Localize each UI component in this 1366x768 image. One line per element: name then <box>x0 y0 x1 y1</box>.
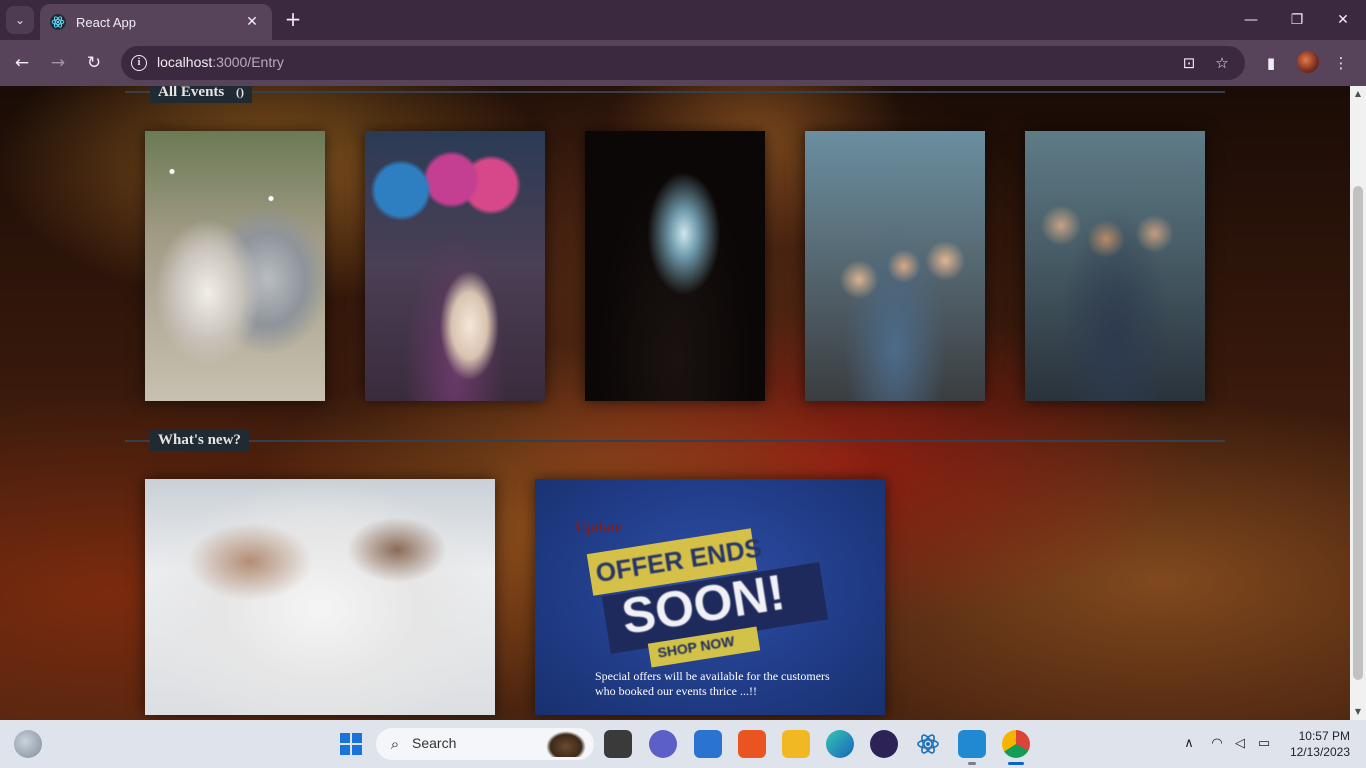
menu-icon[interactable]: ⋮ <box>1329 51 1353 75</box>
browser-toolbar: ← → ↻ i localhost:3000/Entry ⊡ ☆ ▮ ⋮ <box>0 40 1366 86</box>
browser-titlebar: ⌄ React App ✕ + — ❐ ✕ <box>0 0 1366 40</box>
scroll-down-arrow[interactable]: ▼ <box>1350 704 1366 720</box>
clock-date: 12/13/2023 <box>1289 745 1350 759</box>
url-host: localhost <box>157 54 213 70</box>
install-app-icon[interactable]: ⊡ <box>1178 52 1200 74</box>
update-description: Special offers will be available for the… <box>595 669 830 698</box>
minimize-button[interactable]: — <box>1228 8 1274 32</box>
page-scrollbar[interactable]: ▲ ▼ <box>1350 86 1366 720</box>
whats-new-title: What's new? <box>150 430 249 451</box>
all-events-heading: All Events () <box>150 86 253 103</box>
address-bar[interactable]: i localhost:3000/Entry ⊡ ☆ <box>121 46 1245 80</box>
all-events-divider <box>125 91 1225 93</box>
battery-icon[interactable]: ▭ <box>1254 734 1274 754</box>
vscode-running-indicator <box>968 762 976 765</box>
ubuntu-icon[interactable] <box>738 730 766 758</box>
wedding-photo[interactable] <box>145 131 325 401</box>
profile-avatar[interactable] <box>1297 51 1319 73</box>
concert-photo[interactable] <box>585 131 765 401</box>
side-panel-icon[interactable]: ▮ <box>1259 51 1283 75</box>
back-button[interactable]: ← <box>8 49 36 77</box>
wifi-icon[interactable]: ◠ <box>1207 734 1227 754</box>
page-viewport: All Events () What's new? OFFER ENDS SOO… <box>0 86 1350 720</box>
notepad-icon[interactable] <box>694 730 722 758</box>
url-text[interactable]: localhost:3000/Entry <box>157 54 284 70</box>
chat-icon[interactable] <box>649 730 677 758</box>
weather-widget-icon[interactable] <box>14 730 42 758</box>
update-label: Update <box>575 520 622 536</box>
site-info-icon[interactable]: i <box>131 55 147 71</box>
search-icon: ⌕ <box>390 735 400 753</box>
url-path: :3000/Entry <box>212 54 284 70</box>
task-view-icon[interactable] <box>604 730 632 758</box>
tab-react-app[interactable]: React App ✕ <box>40 4 272 40</box>
vscode-icon[interactable] <box>958 730 986 758</box>
new-tab-button[interactable]: + <box>282 8 304 32</box>
react-app-icon[interactable] <box>914 730 942 758</box>
scroll-up-arrow[interactable]: ▲ <box>1350 86 1366 102</box>
edge-icon[interactable] <box>826 730 854 758</box>
tab-close-icon[interactable]: ✕ <box>242 14 262 30</box>
bookmark-star-icon[interactable]: ☆ <box>1211 52 1233 74</box>
volume-icon[interactable]: ◁ <box>1230 734 1250 754</box>
eclipse-icon[interactable] <box>870 730 898 758</box>
tab-title: React App <box>76 14 136 30</box>
close-window-button[interactable]: ✕ <box>1320 8 1366 32</box>
show-hidden-icons-chevron[interactable]: ∧ <box>1179 734 1199 754</box>
forward-button[interactable]: → <box>44 49 72 77</box>
taskbar-search-box[interactable]: ⌕ Search <box>376 728 594 760</box>
react-icon <box>50 14 66 30</box>
update-card[interactable]: OFFER ENDS SOON! SHOP NOW Update Special… <box>535 479 885 715</box>
taskbar-search-placeholder: Search <box>412 735 457 751</box>
maximize-button[interactable]: ❐ <box>1274 8 1320 32</box>
reload-button[interactable]: ↻ <box>80 49 108 77</box>
search-highlight-image <box>546 731 586 757</box>
scroll-thumb[interactable] <box>1353 186 1363 680</box>
start-icon[interactable] <box>337 730 365 758</box>
birthday-photo[interactable] <box>365 131 545 401</box>
chrome-icon[interactable] <box>1002 730 1030 758</box>
all-events-title: All Events <box>158 86 225 100</box>
tab-search-button[interactable]: ⌄ <box>6 6 34 34</box>
all-events-count: () <box>236 86 245 99</box>
clock-time: 10:57 PM <box>1298 729 1350 743</box>
office-party-photo[interactable] <box>805 131 985 401</box>
chrome-active-indicator <box>1008 762 1024 765</box>
meeting-photo[interactable] <box>145 479 495 715</box>
crowd-photo[interactable] <box>1025 131 1205 401</box>
file-explorer-icon[interactable] <box>782 730 810 758</box>
windows-taskbar: ⌕ Search ∧ ◠ ◁ ▭ 10:57 PM 12/13/2023 <box>0 720 1366 768</box>
taskbar-clock[interactable]: 10:57 PM 12/13/2023 <box>1280 728 1350 760</box>
whats-new-divider <box>125 440 1225 442</box>
